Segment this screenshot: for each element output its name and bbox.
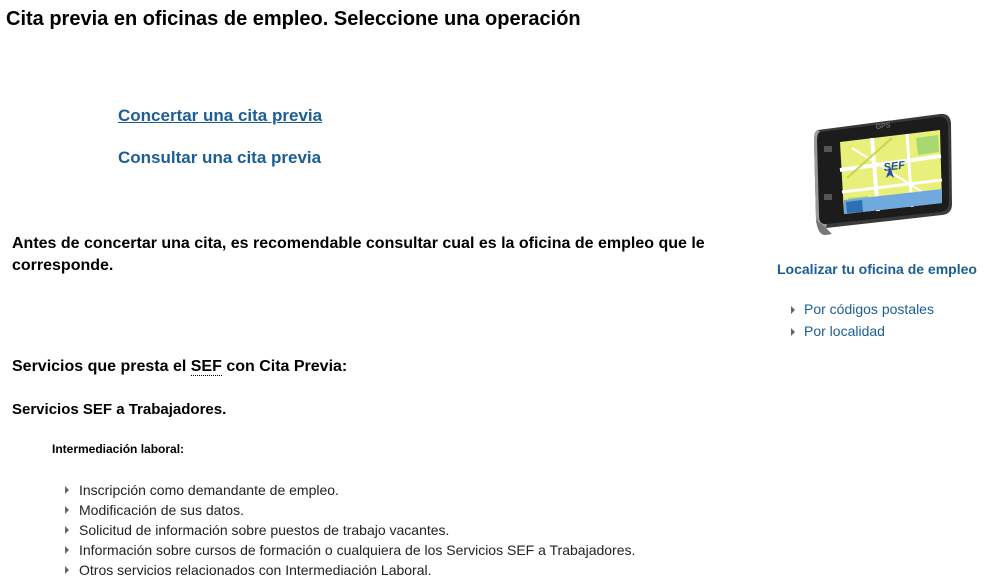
services-title: Servicios que presta el SEF con Cita Pre… [12, 358, 347, 376]
workers-services-title: Servicios SEF a Trabajadores. [12, 401, 227, 418]
service-list: Inscripción como demandante de empleo. M… [62, 480, 635, 580]
bullet-arrow-icon [65, 506, 69, 514]
locate-office-title[interactable]: Localizar tu oficina de empleo [777, 261, 977, 277]
list-item: Modificación de sus datos. [62, 500, 635, 520]
intermediation-title: Intermediación laboral: [52, 442, 185, 456]
list-item-label: Información sobre cursos de formación o … [79, 542, 636, 558]
gps-device-icon: SEF GPS [814, 113, 952, 236]
list-item: Solicitud de información sobre puestos d… [62, 520, 635, 540]
services-title-before: Servicios que presta el [12, 358, 191, 375]
list-item-label: Solicitud de información sobre puestos d… [79, 522, 450, 538]
consultar-cita-link[interactable]: Consultar una cita previa [118, 148, 321, 168]
list-item: Inscripción como demandante de empleo. [62, 480, 635, 500]
services-title-after: con Cita Previa: [221, 358, 348, 375]
postal-code-link-label[interactable]: Por códigos postales [804, 301, 934, 317]
concertar-cita-link[interactable]: Concertar una cita previa [118, 106, 322, 126]
bullet-arrow-icon [791, 306, 795, 314]
bullet-arrow-icon [65, 526, 69, 534]
list-item-label: Modificación de sus datos. [79, 502, 244, 518]
list-item-label: Otros servicios relacionados con Interme… [79, 562, 432, 578]
bullet-arrow-icon [65, 546, 69, 554]
locality-link[interactable]: Por localidad [788, 320, 934, 342]
list-item: Otros servicios relacionados con Interme… [62, 560, 635, 580]
postal-code-link[interactable]: Por códigos postales [788, 298, 934, 320]
locality-link-label[interactable]: Por localidad [804, 323, 885, 339]
list-item: Información sobre cursos de formación o … [62, 540, 635, 560]
list-item-label: Inscripción como demandante de empleo. [79, 482, 339, 498]
sef-abbreviation: SEF [190, 358, 222, 376]
locate-office-links: Por códigos postales Por localidad [788, 298, 934, 342]
page-title: Cita previa en oficinas de empleo. Selec… [6, 8, 581, 30]
bullet-arrow-icon [65, 486, 69, 494]
bullet-arrow-icon [791, 328, 795, 336]
bullet-arrow-icon [65, 566, 69, 574]
advice-text: Antes de concertar una cita, es recomend… [12, 235, 705, 274]
